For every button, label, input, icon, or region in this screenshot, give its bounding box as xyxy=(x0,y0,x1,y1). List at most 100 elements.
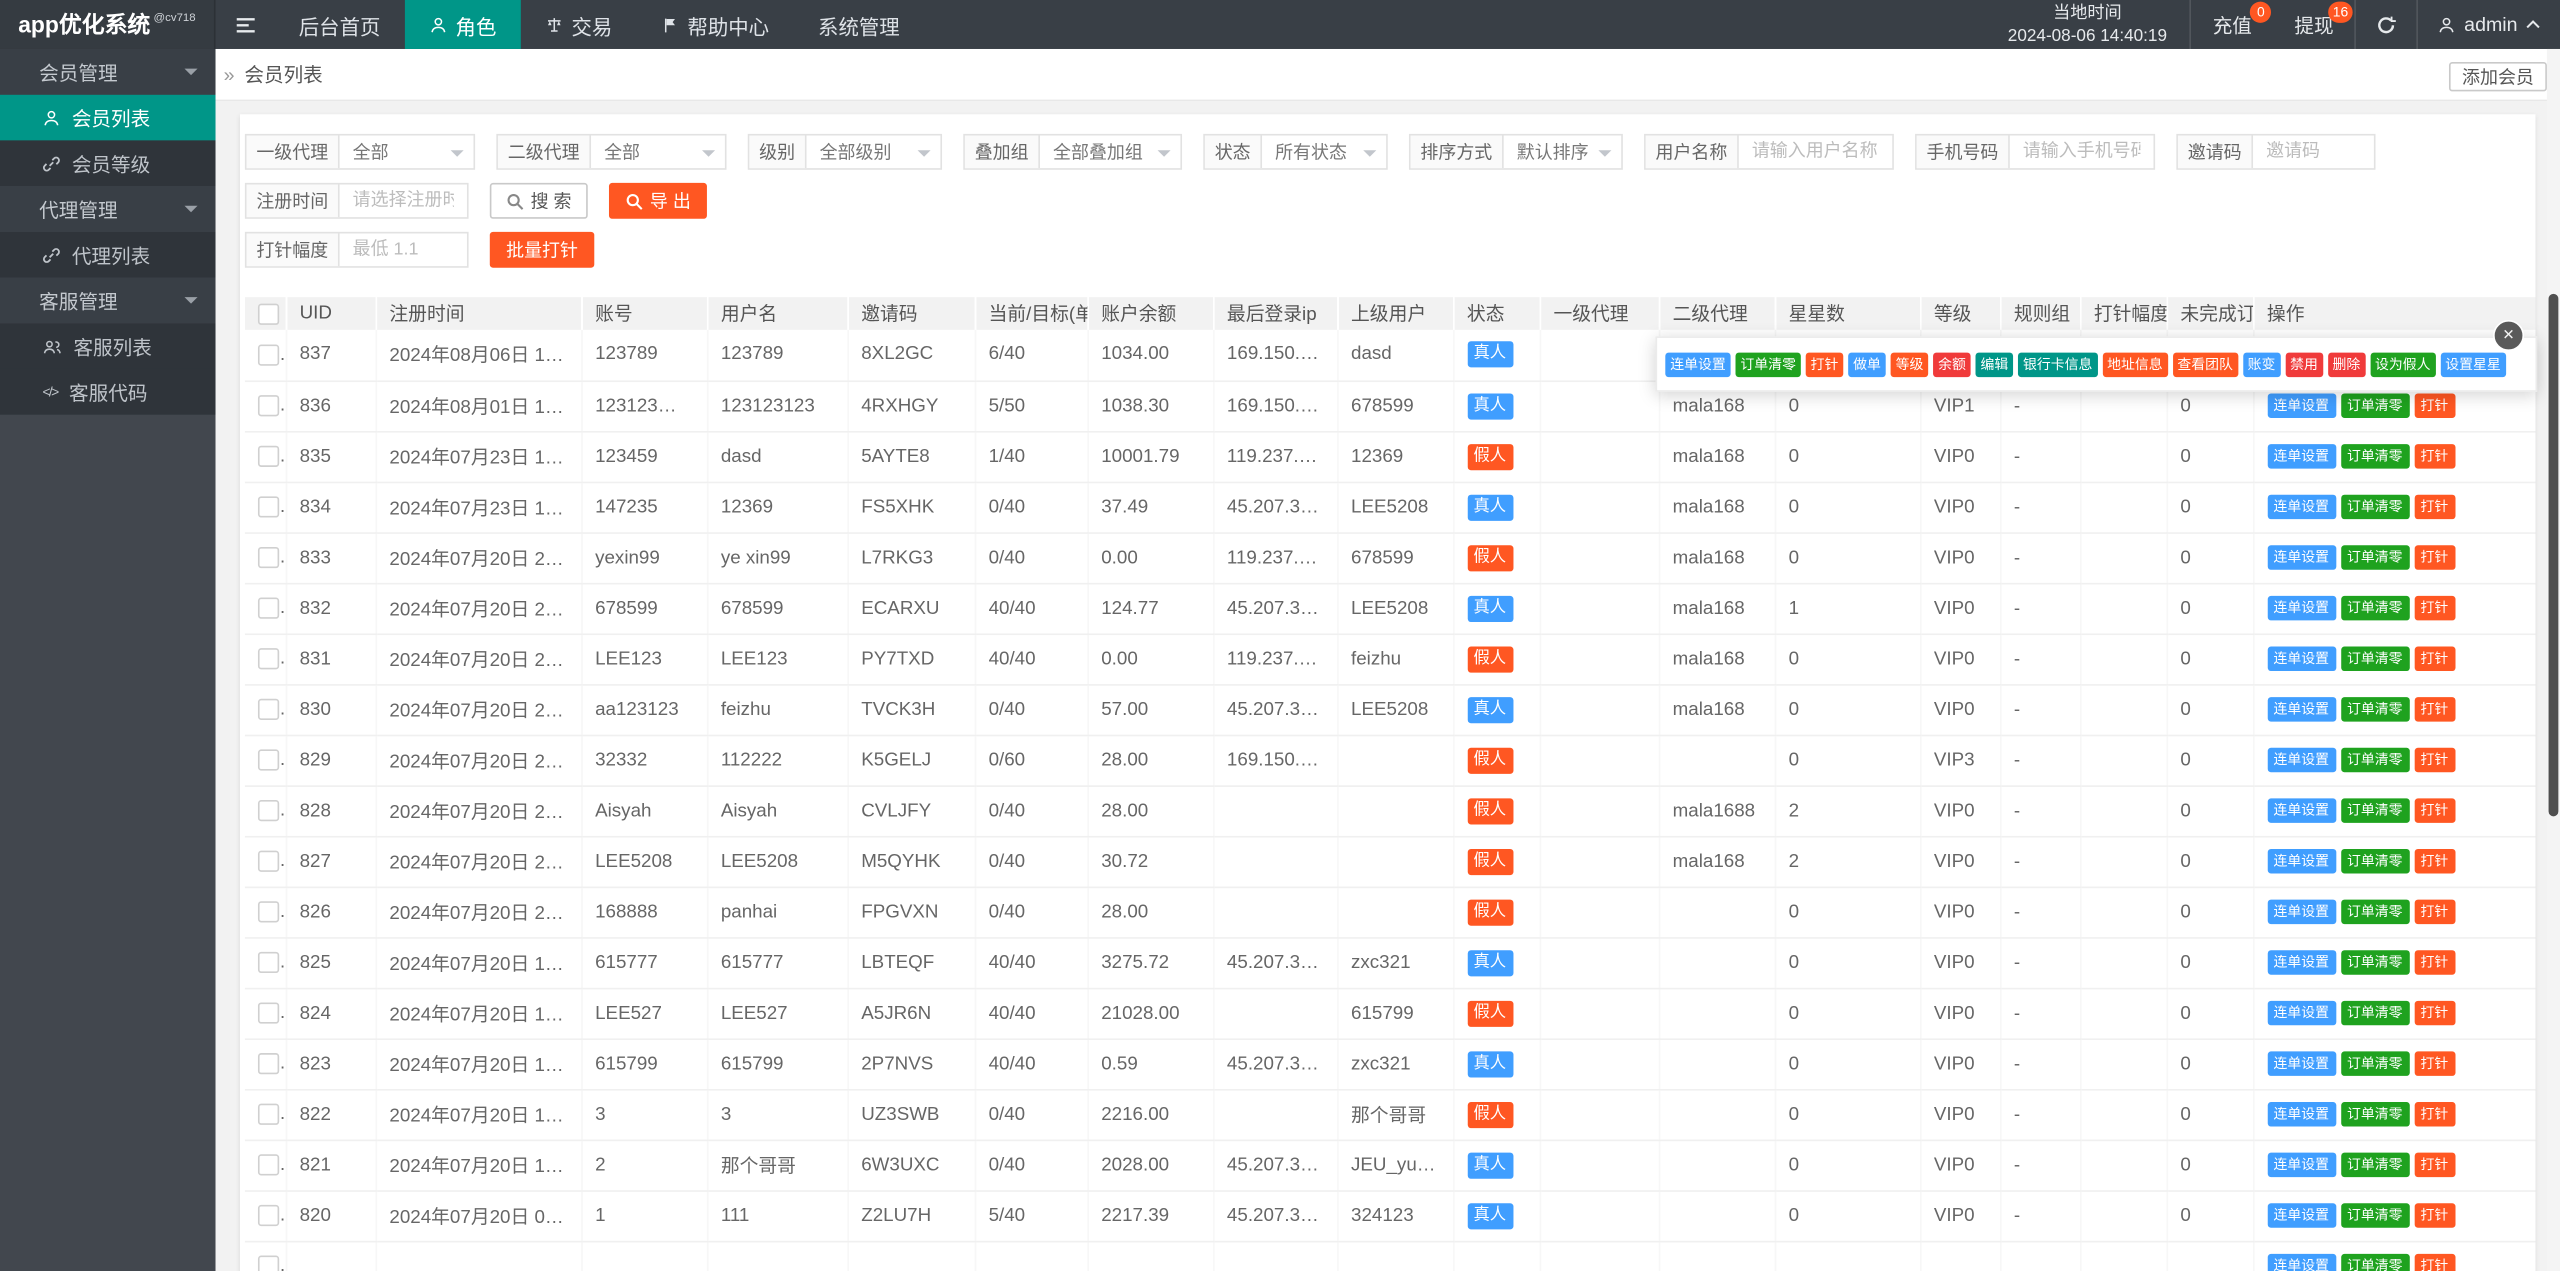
more-actions[interactable]: ... xyxy=(2505,397,2524,415)
row-action-连单设置[interactable]: 连单设置 xyxy=(2266,848,2336,874)
sidebar-item-会员列表[interactable]: 会员列表 xyxy=(0,94,216,141)
filter-select-value[interactable]: 所有状态 xyxy=(1262,136,1386,169)
menu-toggle-icon[interactable] xyxy=(216,0,275,49)
popup-action-查看团队[interactable]: 查看团队 xyxy=(2172,351,2238,377)
row-action-订单清零[interactable]: 订单清零 xyxy=(2340,747,2410,773)
row-action-打针[interactable]: 打针 xyxy=(2413,646,2455,672)
row-action-订单清零[interactable]: 订单清零 xyxy=(2340,595,2410,621)
more-actions[interactable]: ... xyxy=(2505,549,2524,567)
row-action-连单设置[interactable]: 连单设置 xyxy=(2266,646,2336,672)
filter-select-value[interactable]: 全部 xyxy=(591,136,725,169)
batch-inject-button[interactable]: 批量打针 xyxy=(489,231,595,268)
more-actions[interactable]: ... xyxy=(2505,1055,2524,1073)
user-menu[interactable]: admin xyxy=(2418,0,2560,49)
popup-action-做单[interactable]: 做单 xyxy=(1848,351,1886,377)
popup-action-禁用[interactable]: 禁用 xyxy=(2285,351,2323,377)
popup-action-地址信息[interactable]: 地址信息 xyxy=(2102,351,2168,377)
filter-text-input[interactable] xyxy=(2253,135,2374,169)
row-checkbox[interactable] xyxy=(257,799,280,822)
row-action-连单设置[interactable]: 连单设置 xyxy=(2266,1203,2336,1228)
row-action-订单清零[interactable]: 订单清零 xyxy=(2340,1152,2410,1178)
popup-close-icon[interactable]: ✕ xyxy=(2493,319,2525,352)
popup-action-删除[interactable]: 删除 xyxy=(2327,351,2366,377)
row-action-打针[interactable]: 打针 xyxy=(2413,494,2455,520)
row-checkbox[interactable] xyxy=(257,496,280,518)
row-action-打针[interactable]: 打针 xyxy=(2413,1253,2455,1271)
row-action-连单设置[interactable]: 连单设置 xyxy=(2266,444,2336,469)
export-button[interactable]: 导 出 xyxy=(609,182,708,219)
more-actions[interactable]: ... xyxy=(2505,1004,2524,1022)
row-checkbox[interactable] xyxy=(257,445,280,467)
nav-item-role[interactable]: 角色 xyxy=(404,0,521,49)
more-actions[interactable]: ... xyxy=(2505,599,2524,617)
popup-action-等级[interactable]: 等级 xyxy=(1890,351,1929,377)
row-checkbox[interactable] xyxy=(257,1255,280,1271)
row-action-订单清零[interactable]: 订单清零 xyxy=(2340,444,2410,469)
more-actions[interactable]: ... xyxy=(2505,650,2524,668)
popup-action-订单清零[interactable]: 订单清零 xyxy=(1735,351,1801,377)
row-action-订单清零[interactable]: 订单清零 xyxy=(2340,848,2410,874)
row-action-连单设置[interactable]: 连单设置 xyxy=(2266,1102,2336,1127)
more-actions[interactable]: ... xyxy=(2505,1257,2524,1271)
row-checkbox[interactable] xyxy=(257,344,280,366)
row-action-连单设置[interactable]: 连单设置 xyxy=(2266,950,2336,975)
row-action-订单清零[interactable]: 订单清零 xyxy=(2340,1203,2410,1228)
row-action-打针[interactable]: 打针 xyxy=(2413,1000,2455,1026)
row-checkbox[interactable] xyxy=(257,1053,280,1075)
row-checkbox[interactable] xyxy=(257,850,280,872)
more-actions[interactable]: ... xyxy=(2505,1105,2524,1123)
sidebar-group-0[interactable]: 会员管理 xyxy=(0,48,216,95)
popup-action-账变[interactable]: 账变 xyxy=(2242,351,2281,377)
row-action-打针[interactable]: 打针 xyxy=(2413,950,2455,975)
row-checkbox[interactable] xyxy=(257,546,280,569)
search-button[interactable]: 搜 索 xyxy=(489,182,588,219)
inject-range-input[interactable] xyxy=(339,233,467,267)
nav-item-help[interactable]: 帮助中心 xyxy=(637,0,794,49)
add-member-button[interactable]: 添加会员 xyxy=(2448,62,2547,92)
row-checkbox[interactable] xyxy=(257,648,280,670)
row-action-打针[interactable]: 打针 xyxy=(2413,595,2455,621)
more-actions[interactable]: ... xyxy=(2505,1207,2524,1225)
popup-action-余额[interactable]: 余额 xyxy=(1933,351,1971,377)
more-actions[interactable]: ... xyxy=(2505,953,2524,971)
row-action-打针[interactable]: 打针 xyxy=(2413,545,2455,570)
more-actions[interactable]: ... xyxy=(2505,1156,2524,1174)
row-action-连单设置[interactable]: 连单设置 xyxy=(2266,595,2336,621)
row-action-连单设置[interactable]: 连单设置 xyxy=(2266,494,2336,520)
row-action-连单设置[interactable]: 连单设置 xyxy=(2266,899,2336,925)
row-checkbox[interactable] xyxy=(257,597,280,619)
row-checkbox[interactable] xyxy=(257,951,280,974)
row-action-订单清零[interactable]: 订单清零 xyxy=(2340,1051,2410,1076)
select-all-checkbox[interactable] xyxy=(257,302,280,325)
filter-select-value[interactable]: 全部 xyxy=(340,136,474,169)
row-checkbox[interactable] xyxy=(257,901,280,923)
row-action-连单设置[interactable]: 连单设置 xyxy=(2266,1152,2336,1178)
row-action-打针[interactable]: 打针 xyxy=(2413,899,2455,925)
filter-select-value[interactable]: 全部级别 xyxy=(807,136,941,169)
sidebar-item-客服列表[interactable]: 客服列表 xyxy=(0,323,216,369)
row-action-连单设置[interactable]: 连单设置 xyxy=(2266,393,2336,418)
row-action-打针[interactable]: 打针 xyxy=(2413,1203,2455,1228)
vertical-scrollbar[interactable] xyxy=(2546,48,2560,1271)
row-action-打针[interactable]: 打针 xyxy=(2413,1152,2455,1178)
nav-item-home[interactable]: 后台首页 xyxy=(274,0,405,49)
row-action-订单清零[interactable]: 订单清零 xyxy=(2340,393,2410,418)
row-action-打针[interactable]: 打针 xyxy=(2413,697,2455,722)
row-action-连单设置[interactable]: 连单设置 xyxy=(2266,1253,2336,1271)
popup-action-连单设置[interactable]: 连单设置 xyxy=(1665,351,1731,377)
row-action-订单清零[interactable]: 订单清零 xyxy=(2340,545,2410,570)
row-action-订单清零[interactable]: 订单清零 xyxy=(2340,1253,2410,1271)
row-action-连单设置[interactable]: 连单设置 xyxy=(2266,1000,2336,1026)
row-checkbox[interactable] xyxy=(257,749,280,771)
row-action-连单设置[interactable]: 连单设置 xyxy=(2266,1051,2336,1076)
row-action-连单设置[interactable]: 连单设置 xyxy=(2266,545,2336,570)
filter-text-input[interactable] xyxy=(1738,135,1893,169)
more-actions[interactable]: ... xyxy=(2505,447,2524,465)
row-action-订单清零[interactable]: 订单清零 xyxy=(2340,646,2410,672)
row-action-打针[interactable]: 打针 xyxy=(2413,747,2455,773)
row-checkbox[interactable] xyxy=(257,1103,280,1125)
more-actions[interactable]: ... xyxy=(2505,700,2524,718)
row-action-打针[interactable]: 打针 xyxy=(2413,444,2455,469)
refresh-icon[interactable] xyxy=(2354,0,2419,49)
more-actions[interactable]: ... xyxy=(2505,802,2524,820)
